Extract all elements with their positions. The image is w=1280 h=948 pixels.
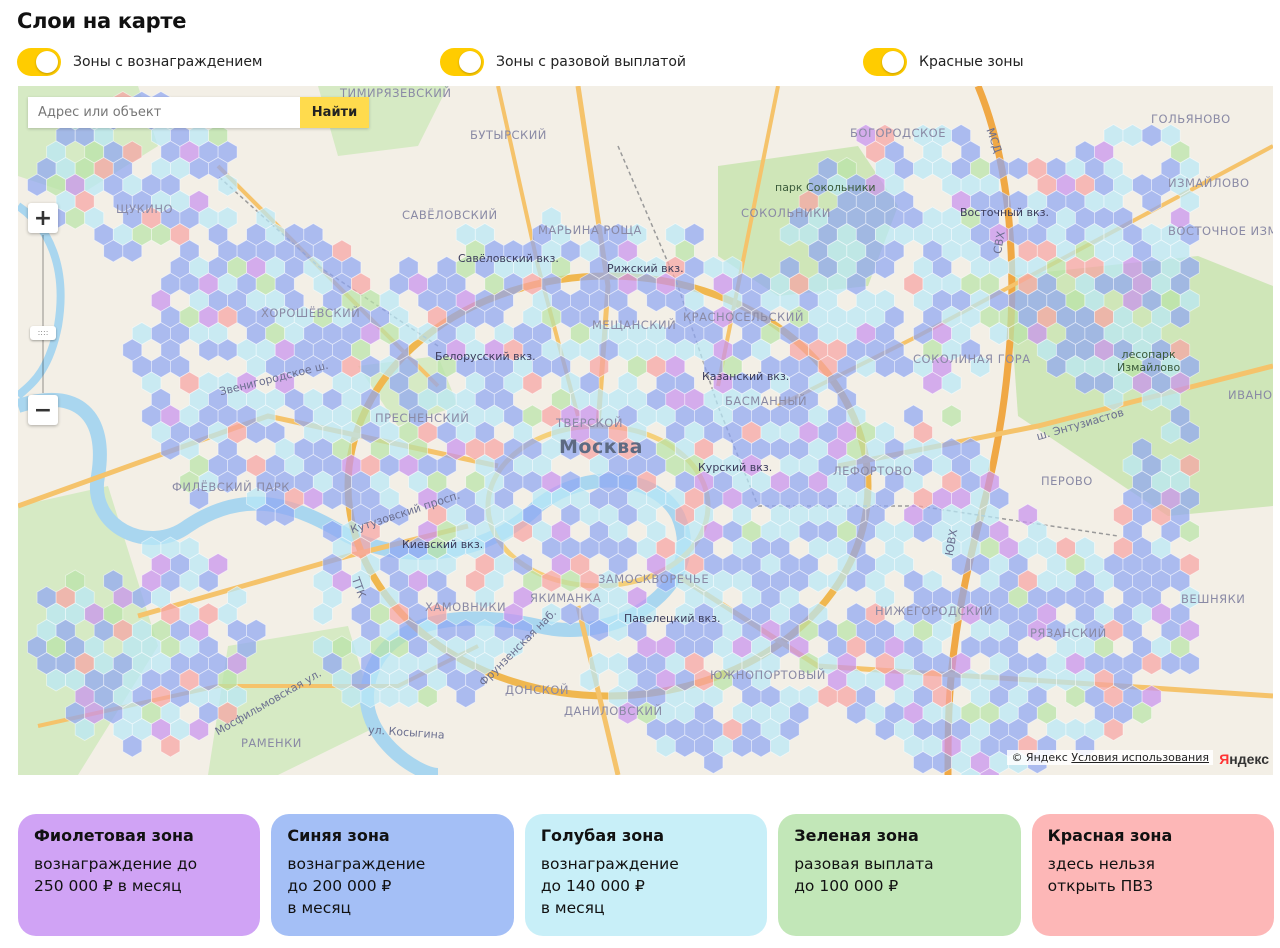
page-title: Слои на карте — [17, 9, 187, 33]
zoom-in-button[interactable]: + — [28, 203, 58, 233]
legend-card-text: вознаграждение до 250 000 ₽ в месяц — [34, 855, 198, 895]
city-label: Москва — [559, 436, 643, 458]
district-label: МАРЬИНА РОЩА — [538, 223, 642, 237]
district-label: ЮЖНОПОРТОВЫЙ — [710, 668, 826, 682]
station-label[interactable]: Савёловский вкз. — [458, 252, 559, 265]
zone-hexagon — [1122, 124, 1143, 147]
zoom-slider-handle[interactable]: :::: — [30, 326, 56, 340]
district-label: НИЖЕГОРОДСКИЙ — [875, 604, 993, 618]
copyright-text: © Яндекс — [1011, 751, 1068, 764]
zoom-out-button[interactable]: − — [28, 395, 58, 425]
toggle-label: Красные зоны — [919, 54, 1024, 70]
station-label[interactable]: Курский вкз. — [698, 461, 772, 474]
zone-hexagon — [1008, 157, 1029, 180]
station-label[interactable]: Рижский вкз. — [607, 262, 684, 275]
district-label: ХОРОШЁВСКИЙ — [261, 306, 361, 320]
toggle-knob — [36, 51, 58, 73]
logo-rest: ндекс — [1229, 751, 1269, 767]
district-label: ЯКИМАНКА — [530, 591, 602, 605]
district-label: ПЕРОВО — [1041, 474, 1093, 488]
district-label: РАМЕНКИ — [241, 736, 302, 750]
map[interactable]: ТИМИРЯЗЕВСКИЙ БУТЫРСКИЙ ГОЛЬЯНОВО ЩУКИНО… — [18, 86, 1273, 775]
map-copyright: © Яндекс Условия использования — [1007, 750, 1213, 765]
district-label: ИВАНОВСКОЕ — [1228, 388, 1273, 402]
district-label: ДОНСКОЙ — [505, 683, 570, 697]
legend-card-green: Зеленая зона разовая выплата до 100 000 … — [778, 814, 1021, 936]
district-label: ФИЛЁВСКИЙ ПАРК — [172, 480, 290, 494]
legend-card-text: вознаграждение до 140 000 ₽ в месяц — [540, 855, 679, 917]
district-label: БУТЫРСКИЙ — [470, 128, 547, 142]
logo-letter: Я — [1219, 751, 1230, 767]
zone-legend: Фиолетовая зона вознаграждение до 250 00… — [18, 814, 1275, 936]
station-label[interactable]: Белорусский вкз. — [435, 350, 536, 363]
legend-card-blue: Синяя зона вознаграждение до 200 000 ₽ в… — [271, 814, 514, 936]
toggle-switch[interactable] — [863, 48, 907, 76]
toggle-switch[interactable] — [440, 48, 484, 76]
district-label: РЯЗАНСКИЙ — [1030, 626, 1107, 640]
legend-card-light-blue: Голубая зона вознаграждение до 140 000 ₽… — [524, 814, 768, 936]
address-search-input[interactable] — [28, 97, 300, 128]
district-label: САВЁЛОВСКИЙ — [402, 208, 498, 222]
legend-card-title: Синяя зона — [287, 826, 390, 845]
station-label[interactable]: Восточный вкз. — [960, 206, 1049, 219]
legend-card-text: разовая выплата до 100 000 ₽ — [794, 855, 934, 895]
legend-card-red: Красная зона здесь нельзя открыть ПВЗ — [1031, 814, 1275, 936]
district-label: ХАМОВНИКИ — [425, 600, 507, 614]
legend-card-text: вознаграждение до 200 000 ₽ в месяц — [287, 855, 426, 917]
toggle-one-time-payment-zones[interactable]: Зоны с разовой выплатой — [440, 48, 686, 76]
zone-hexagon — [941, 404, 962, 428]
district-label: КРАСНОСЕЛЬСКИЙ — [683, 310, 804, 324]
district-label: БАСМАННЫЙ — [725, 394, 808, 408]
legend-card-title: Фиолетовая зона — [34, 826, 194, 845]
legend-card-title: Зеленая зона — [794, 826, 919, 845]
toggle-reward-zones[interactable]: Зоны с вознаграждением — [17, 48, 263, 76]
legend-card-title: Голубая зона — [540, 826, 665, 845]
park-label: парк Сокольники — [775, 181, 876, 194]
district-label: ДАНИЛОВСКИЙ — [564, 704, 663, 718]
zoom-slider-track[interactable] — [42, 235, 44, 393]
district-label: ВЕШНЯКИ — [1181, 592, 1246, 606]
district-label: ПРЕСНЕНСКИЙ — [375, 411, 470, 425]
district-label: ИЗМАЙЛОВО — [1168, 176, 1250, 190]
river-branch — [18, 202, 65, 399]
district-label: СОКОЛИНАЯ ГОРА — [913, 352, 1031, 366]
station-label[interactable]: Киевский вкз. — [402, 538, 483, 551]
station-label[interactable]: Павелецкий вкз. — [624, 612, 720, 625]
legend-card-text: здесь нельзя открыть ПВЗ — [1047, 855, 1155, 895]
district-label: МЕЩАНСКИЙ — [592, 318, 677, 332]
district-label: СОКОЛЬНИКИ — [741, 206, 831, 220]
toggle-red-zones[interactable]: Красные зоны — [863, 48, 1024, 76]
toggle-label: Зоны с разовой выплатой — [496, 54, 686, 70]
legend-card-title: Красная зона — [1047, 826, 1173, 845]
map-base — [18, 86, 1273, 775]
legend-card-purple: Фиолетовая зона вознаграждение до 250 00… — [18, 814, 261, 936]
toggle-knob — [882, 51, 904, 73]
map-search: Найти — [28, 97, 369, 128]
district-label: ГОЛЬЯНОВО — [1151, 112, 1231, 126]
park-label: лесопарк Измайлово — [1117, 348, 1181, 374]
yandex-logo[interactable]: Яндекс — [1219, 751, 1269, 767]
toggle-knob — [459, 51, 481, 73]
district-label: ЗАМОСКВОРЕЧЬЕ — [598, 572, 710, 586]
district-label: ВОСТОЧНОЕ ИЗМАЙЛОВО — [1168, 224, 1273, 238]
hex-zones — [27, 91, 1200, 775]
station-label[interactable]: Казанский вкз. — [702, 370, 789, 383]
district-label: ЩУКИНО — [116, 202, 174, 216]
terms-link[interactable]: Условия использования — [1071, 751, 1209, 764]
district-label: ТВЕРСКОЙ — [556, 416, 623, 430]
zone-hexagon — [1141, 124, 1162, 147]
search-button[interactable]: Найти — [300, 97, 369, 128]
toggle-label: Зоны с вознаграждением — [73, 54, 263, 70]
district-label: ЛЕФОРТОВО — [833, 464, 913, 478]
layer-toggles: Зоны с вознаграждением Зоны с разовой вы… — [0, 48, 1280, 78]
district-label: БОГОРОДСКОЕ — [850, 126, 946, 140]
toggle-switch[interactable] — [17, 48, 61, 76]
